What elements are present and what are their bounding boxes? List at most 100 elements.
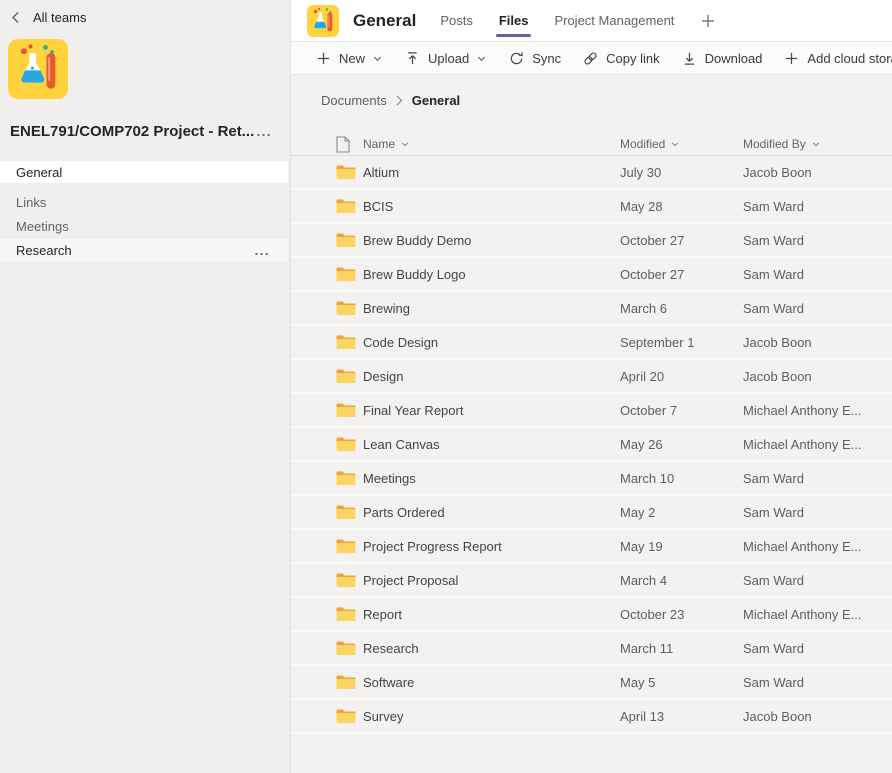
toolbar-button-copy-link[interactable]: Copy link	[572, 42, 670, 74]
file-list: Altium July 30 Jacob Boon BCIS May 28 Sa…	[291, 156, 892, 734]
all-teams-label: All teams	[33, 10, 86, 25]
chevron-left-icon	[11, 11, 20, 24]
download-icon	[682, 51, 697, 66]
sidebar-item-research[interactable]: Research ...	[0, 239, 288, 261]
table-row[interactable]: Survey April 13 Jacob Boon	[291, 700, 892, 734]
file-name[interactable]: Research	[363, 641, 620, 656]
plus-icon	[784, 51, 799, 66]
sort-header-name[interactable]: Name	[363, 137, 620, 151]
file-modified-date: October 23	[620, 607, 743, 622]
file-modified-date: May 26	[620, 437, 743, 452]
sidebar-item-meetings[interactable]: Meetings	[0, 215, 290, 237]
channel-list: General Links Meetings Research ...	[0, 161, 290, 261]
add-tab-plus-icon[interactable]	[700, 13, 716, 29]
file-name[interactable]: Project Progress Report	[363, 539, 620, 554]
table-row[interactable]: Report October 23 Michael Anthony E...	[291, 598, 892, 632]
file-name[interactable]: BCIS	[363, 199, 620, 214]
file-name[interactable]: Brew Buddy Logo	[363, 267, 620, 282]
file-name[interactable]: Design	[363, 369, 620, 384]
files-toolbar: New Upload Sync Copy link	[291, 42, 892, 75]
team-avatar[interactable]	[8, 39, 68, 99]
table-row[interactable]: Code Design September 1 Jacob Boon	[291, 326, 892, 360]
table-row[interactable]: Brew Buddy Demo October 27 Sam Ward	[291, 224, 892, 258]
sort-header-modified-by[interactable]: Modified By	[743, 137, 892, 151]
table-row[interactable]: Brewing March 6 Sam Ward	[291, 292, 892, 326]
table-row[interactable]: Research March 11 Sam Ward	[291, 632, 892, 666]
sidebar-item-general[interactable]: General	[0, 161, 288, 183]
folder-icon	[336, 334, 363, 350]
file-modified-date: May 5	[620, 675, 743, 690]
file-modified-by: Sam Ward	[743, 471, 892, 486]
file-name[interactable]: Code Design	[363, 335, 620, 350]
table-row[interactable]: Altium July 30 Jacob Boon	[291, 156, 892, 190]
folder-icon	[336, 164, 363, 180]
table-row[interactable]: Final Year Report October 7 Michael Anth…	[291, 394, 892, 428]
table-row[interactable]: Meetings March 10 Sam Ward	[291, 462, 892, 496]
toolbar-button-download[interactable]: Download	[671, 42, 774, 74]
table-row[interactable]: Lean Canvas May 26 Michael Anthony E...	[291, 428, 892, 462]
upload-icon	[405, 51, 420, 66]
table-row[interactable]: Software May 5 Sam Ward	[291, 666, 892, 700]
file-modified-date: March 10	[620, 471, 743, 486]
table-row[interactable]: Project Proposal March 4 Sam Ward	[291, 564, 892, 598]
toolbar-button-label: Add cloud storage	[807, 51, 892, 66]
file-name[interactable]: Brew Buddy Demo	[363, 233, 620, 248]
toolbar-button-upload[interactable]: Upload	[394, 42, 498, 74]
sort-header-modified[interactable]: Modified	[620, 137, 743, 151]
table-row[interactable]: Brew Buddy Logo October 27 Sam Ward	[291, 258, 892, 292]
folder-icon	[336, 674, 363, 690]
folder-icon	[336, 708, 363, 724]
document-library: Documents General Name Modified Modified…	[291, 76, 892, 773]
file-name[interactable]: Report	[363, 607, 620, 622]
file-name[interactable]: Software	[363, 675, 620, 690]
file-modified-by: Sam Ward	[743, 267, 892, 282]
breadcrumb-documents[interactable]: Documents	[321, 93, 387, 108]
file-modified-date: October 27	[620, 233, 743, 248]
file-modified-by: Sam Ward	[743, 199, 892, 214]
folder-icon	[336, 300, 363, 316]
file-name[interactable]: Meetings	[363, 471, 620, 486]
toolbar-button-label: Download	[705, 51, 763, 66]
chevron-down-icon	[372, 53, 383, 64]
channel-avatar	[307, 5, 339, 37]
folder-icon	[336, 402, 363, 418]
file-modified-date: March 4	[620, 573, 743, 588]
folder-icon	[336, 572, 363, 588]
folder-icon	[336, 606, 363, 622]
toolbar-button-new[interactable]: New	[305, 42, 394, 74]
file-modified-by: Michael Anthony E...	[743, 437, 892, 452]
tab-files[interactable]: Files	[499, 0, 529, 41]
table-row[interactable]: Parts Ordered May 2 Sam Ward	[291, 496, 892, 530]
table-row[interactable]: Project Progress Report May 19 Michael A…	[291, 530, 892, 564]
toolbar-button-label: Sync	[532, 51, 561, 66]
table-row[interactable]: Design April 20 Jacob Boon	[291, 360, 892, 394]
folder-icon	[336, 470, 363, 486]
file-modified-by: Michael Anthony E...	[743, 607, 892, 622]
breadcrumb-current: General	[412, 93, 460, 108]
file-name[interactable]: Brewing	[363, 301, 620, 316]
file-name[interactable]: Final Year Report	[363, 403, 620, 418]
toolbar-button-label: Upload	[428, 51, 469, 66]
tab-project-management[interactable]: Project Management	[554, 0, 674, 41]
file-modified-date: July 30	[620, 165, 743, 180]
file-modified-by: Jacob Boon	[743, 335, 892, 350]
toolbar-button-add-cloud-storage[interactable]: Add cloud storage	[773, 42, 892, 74]
tab-posts[interactable]: Posts	[440, 0, 473, 41]
file-name[interactable]: Lean Canvas	[363, 437, 620, 452]
channel-header: General Posts Files Project Management	[291, 0, 892, 42]
folder-icon	[336, 538, 363, 554]
file-name[interactable]: Project Proposal	[363, 573, 620, 588]
file-name[interactable]: Altium	[363, 165, 620, 180]
file-name[interactable]: Parts Ordered	[363, 505, 620, 520]
team-options-ellipsis-icon[interactable]: ...	[255, 124, 274, 139]
sidebar-item-links[interactable]: Links	[0, 191, 290, 213]
all-teams-back-button[interactable]: All teams	[0, 0, 290, 25]
channel-options-ellipsis-icon[interactable]: ...	[253, 243, 272, 258]
file-name[interactable]: Survey	[363, 709, 620, 724]
chevron-right-icon	[396, 95, 403, 106]
file-modified-date: April 20	[620, 369, 743, 384]
table-row[interactable]: BCIS May 28 Sam Ward	[291, 190, 892, 224]
chevron-down-icon	[476, 53, 487, 64]
toolbar-button-sync[interactable]: Sync	[498, 42, 572, 74]
plus-icon	[316, 51, 331, 66]
